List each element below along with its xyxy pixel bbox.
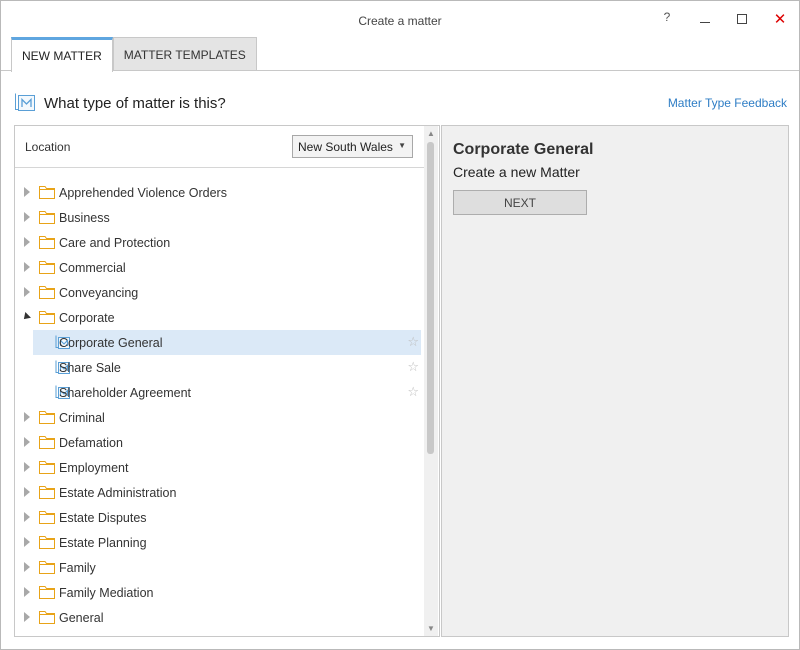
folder-icon [39,460,55,474]
tree-folder-item[interactable]: Commercial [15,255,405,280]
location-select[interactable]: New South Wales ▼ [292,135,413,158]
location-label: Location [25,140,71,154]
tree-folder-item[interactable]: Estate Administration [15,480,405,505]
folder-icon [39,610,55,624]
next-button[interactable]: NEXT [453,190,587,215]
tree-folder-item[interactable]: Apprehended Violence Orders [15,180,405,205]
page-question: What type of matter is this? [44,95,226,112]
tree-item-label: Family Mediation [59,586,154,600]
tab-strip: NEW MATTER MATTER TEMPLATES [11,37,257,72]
tree-item-label: Shareholder Agreement [59,386,192,400]
expand-arrow-icon[interactable] [24,412,30,422]
tree-folder-item[interactable]: Criminal [15,405,405,430]
tree-folder-item[interactable]: Family Mediation [15,580,405,605]
matter-type-icon [15,93,35,111]
chevron-down-icon: ▼ [398,141,406,150]
expand-arrow-icon[interactable] [24,462,30,472]
close-icon: ✕ [773,11,787,28]
tree-item-label: Estate Disputes [59,511,147,525]
matter-type-list-pane: Location New South Wales ▼ Apprehended V… [14,125,440,637]
expand-arrow-icon[interactable] [24,512,30,522]
scroll-down-icon[interactable]: ▼ [427,624,435,633]
minimize-icon [700,21,710,23]
tree-item-label: Share Sale [59,361,121,375]
folder-icon [39,210,55,224]
expand-arrow-icon[interactable] [24,262,30,272]
expand-arrow-icon[interactable] [24,237,30,247]
maximize-button[interactable] [728,9,756,29]
tree-item-label: Commercial [59,261,126,275]
matter-type-item[interactable]: ☆ Corporate General [33,330,421,355]
location-selected-value: New South Wales [298,139,393,154]
folder-icon [39,310,55,324]
folder-icon [39,435,55,449]
tree-item-label: Defamation [59,436,123,450]
folder-icon [39,260,55,274]
tree-folder-item[interactable]: Care and Protection [15,230,405,255]
expanded-arrow-icon[interactable] [21,312,31,322]
matter-type-item[interactable]: ☆ Shareholder Agreement [33,380,421,405]
tree-item-label: Family [59,561,96,575]
expand-arrow-icon[interactable] [24,612,30,622]
folder-icon [39,235,55,249]
vertical-scrollbar[interactable]: ▲ ▼ [424,126,438,636]
tree-item-label: Conveyancing [59,286,139,300]
location-row: Location New South Wales ▼ [15,126,425,168]
scrollbar-thumb[interactable] [427,142,434,454]
star-icon[interactable]: ☆ [407,359,419,375]
folder-icon [39,285,55,299]
tree-item-label: Business [59,211,110,225]
create-matter-window: Create a matter ? ✕ NEW MATTER MATTER TE… [0,0,800,650]
expand-arrow-icon[interactable] [24,437,30,447]
tree-folder-item[interactable]: Conveyancing [15,280,405,305]
tree-folder-item[interactable]: Estate Planning [15,530,405,555]
expand-arrow-icon[interactable] [24,537,30,547]
star-icon[interactable]: ☆ [407,384,419,400]
help-button[interactable]: ? [653,7,681,27]
tree-item-label: Corporate General [59,336,163,350]
folder-icon [39,585,55,599]
tab-matter-templates[interactable]: MATTER TEMPLATES [112,37,257,71]
folder-icon [39,535,55,549]
expand-arrow-icon[interactable] [24,562,30,572]
minimize-button[interactable] [691,9,719,29]
tree-folder-item[interactable]: Defamation [15,430,405,455]
tree-folder-item[interactable]: Business [15,205,405,230]
folder-icon [39,185,55,199]
selected-matter-subtitle: Create a new Matter [453,164,580,180]
tree-folder-item[interactable]: Employment [15,455,405,480]
tab-new-matter[interactable]: NEW MATTER [11,37,113,72]
title-bar: Create a matter ? ✕ [1,1,799,37]
tree-item-label: Criminal [59,411,105,425]
folder-icon [39,410,55,424]
expand-arrow-icon[interactable] [24,587,30,597]
close-button[interactable]: ✕ [766,9,794,29]
matter-detail-pane: Corporate General Create a new Matter NE… [441,125,789,637]
matter-type-feedback-link[interactable]: Matter Type Feedback [668,96,787,110]
tree-item-label: Estate Planning [59,536,147,550]
expand-arrow-icon[interactable] [24,287,30,297]
star-icon[interactable]: ☆ [407,334,419,350]
scroll-up-icon[interactable]: ▲ [427,129,435,138]
tree-folder-item[interactable]: Family [15,555,405,580]
matter-type-item[interactable]: ☆ Share Sale [33,355,421,380]
maximize-icon [737,14,747,24]
folder-icon [39,485,55,499]
tree-item-label: General [59,611,104,625]
tree-item-label: Employment [59,461,129,475]
folder-icon [39,560,55,574]
tree-item-label: Care and Protection [59,236,171,250]
selected-matter-title: Corporate General [453,141,594,158]
tree-item-label: Apprehended Violence Orders [59,186,227,200]
folder-icon [39,510,55,524]
expand-arrow-icon[interactable] [24,487,30,497]
expand-arrow-icon[interactable] [24,187,30,197]
tree-item-label: Corporate [59,311,115,325]
tree-item-label: Estate Administration [59,486,177,500]
expand-arrow-icon[interactable] [24,212,30,222]
tree-folder-item[interactable]: Corporate [15,305,405,330]
tab-divider [1,70,799,71]
tree-folder-item[interactable]: Estate Disputes [15,505,405,530]
tree-folder-item[interactable]: General [15,605,405,630]
